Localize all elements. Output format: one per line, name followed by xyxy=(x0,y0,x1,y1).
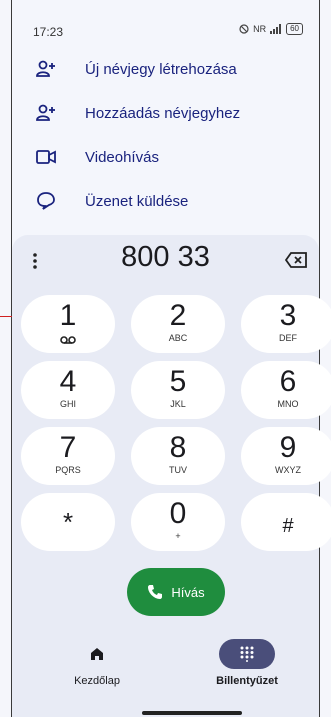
dial-header: 800 33 xyxy=(12,235,319,285)
signal-icon xyxy=(270,24,282,34)
nav-home-icon-wrap xyxy=(69,639,125,669)
call-button[interactable]: Hívás xyxy=(127,568,225,616)
key-letters: WXYZ xyxy=(275,465,301,475)
home-indicator[interactable] xyxy=(142,711,242,715)
key-star[interactable]: * xyxy=(21,493,115,551)
home-icon xyxy=(91,648,103,660)
key-hash[interactable]: # xyxy=(241,493,331,551)
contact-action-list: Új névjegy létrehozása Hozzáadás névjegy… xyxy=(12,47,319,223)
key-8[interactable]: 8 TUV xyxy=(131,427,225,485)
nav-keypad-label: Billentyűzet xyxy=(216,675,278,687)
mute-icon xyxy=(239,24,249,34)
key-6[interactable]: 6 MNO xyxy=(241,361,331,419)
key-9[interactable]: 9 WXYZ xyxy=(241,427,331,485)
key-digit: 3 xyxy=(279,299,297,332)
key-digit: 0 xyxy=(169,497,187,530)
key-digit: 6 xyxy=(279,365,297,398)
key-letters: JKL xyxy=(170,399,186,409)
create-contact-item[interactable]: Új névjegy létrehozása xyxy=(12,47,319,91)
key-7[interactable]: 7 PQRS xyxy=(21,427,115,485)
dialpad-panel: 800 33 1 2 ABC 3 DEF 4 GHI 5 JKL 6 MNO 7 xyxy=(12,235,331,717)
key-digit: 7 xyxy=(59,431,77,464)
nav-keypad-icon-wrap xyxy=(219,639,275,669)
dialed-number[interactable]: 800 33 xyxy=(12,241,319,274)
message-icon xyxy=(35,190,57,212)
add-to-contact-label: Hozzáadás névjegyhez xyxy=(85,104,241,122)
add-person-icon xyxy=(35,58,57,80)
key-1[interactable]: 1 xyxy=(21,295,115,353)
add-to-contact-item[interactable]: Hozzáadás névjegyhez xyxy=(12,91,319,135)
send-message-item[interactable]: Üzenet küldése xyxy=(12,179,319,223)
key-4[interactable]: 4 GHI xyxy=(21,361,115,419)
right-frame-edge xyxy=(319,0,320,717)
nav-keypad[interactable]: Billentyűzet xyxy=(187,639,307,687)
voicemail-icon xyxy=(60,336,76,344)
key-3[interactable]: 3 DEF xyxy=(241,295,331,353)
video-call-label: Videohívás xyxy=(85,148,159,166)
status-bar: 17:23 NR 60 xyxy=(12,0,319,39)
key-digit: 4 xyxy=(59,365,77,398)
key-digit: # xyxy=(282,515,294,537)
status-icons: NR 60 xyxy=(239,23,303,35)
key-digit: * xyxy=(62,507,74,537)
key-letters: TUV xyxy=(169,465,187,475)
key-5[interactable]: 5 JKL xyxy=(131,361,225,419)
battery-icon: 60 xyxy=(286,23,303,35)
video-call-icon xyxy=(35,146,57,168)
network-label: NR xyxy=(253,24,267,34)
key-digit: 2 xyxy=(169,299,187,332)
dialpad-icon xyxy=(240,646,254,662)
key-letters: GHI xyxy=(59,399,76,409)
status-time: 17:23 xyxy=(33,25,64,39)
key-digit: 8 xyxy=(169,431,187,464)
key-letters: MNO xyxy=(277,399,299,409)
create-contact-label: Új névjegy létrehozása xyxy=(85,60,237,78)
add-person-icon xyxy=(35,102,57,124)
key-digit: 1 xyxy=(59,299,77,332)
key-letters: DEF xyxy=(279,333,297,343)
key-0[interactable]: 0 + xyxy=(131,493,225,551)
nav-home-label: Kezdőlap xyxy=(74,675,120,687)
key-letters: + xyxy=(175,531,181,541)
key-digit: 5 xyxy=(169,365,187,398)
nav-home[interactable]: Kezdőlap xyxy=(37,639,157,687)
key-letters: PQRS xyxy=(55,465,81,475)
bottom-navigation: Kezdőlap Billentyűzet xyxy=(12,635,319,695)
key-digit: 9 xyxy=(279,431,297,464)
key-letters: ABC xyxy=(168,333,188,343)
key-2[interactable]: 2 ABC xyxy=(131,295,225,353)
send-message-label: Üzenet küldése xyxy=(85,192,189,210)
phone-icon xyxy=(148,585,163,599)
call-button-label: Hívás xyxy=(171,584,205,600)
backspace-icon[interactable] xyxy=(285,252,307,268)
video-call-item[interactable]: Videohívás xyxy=(12,135,319,179)
